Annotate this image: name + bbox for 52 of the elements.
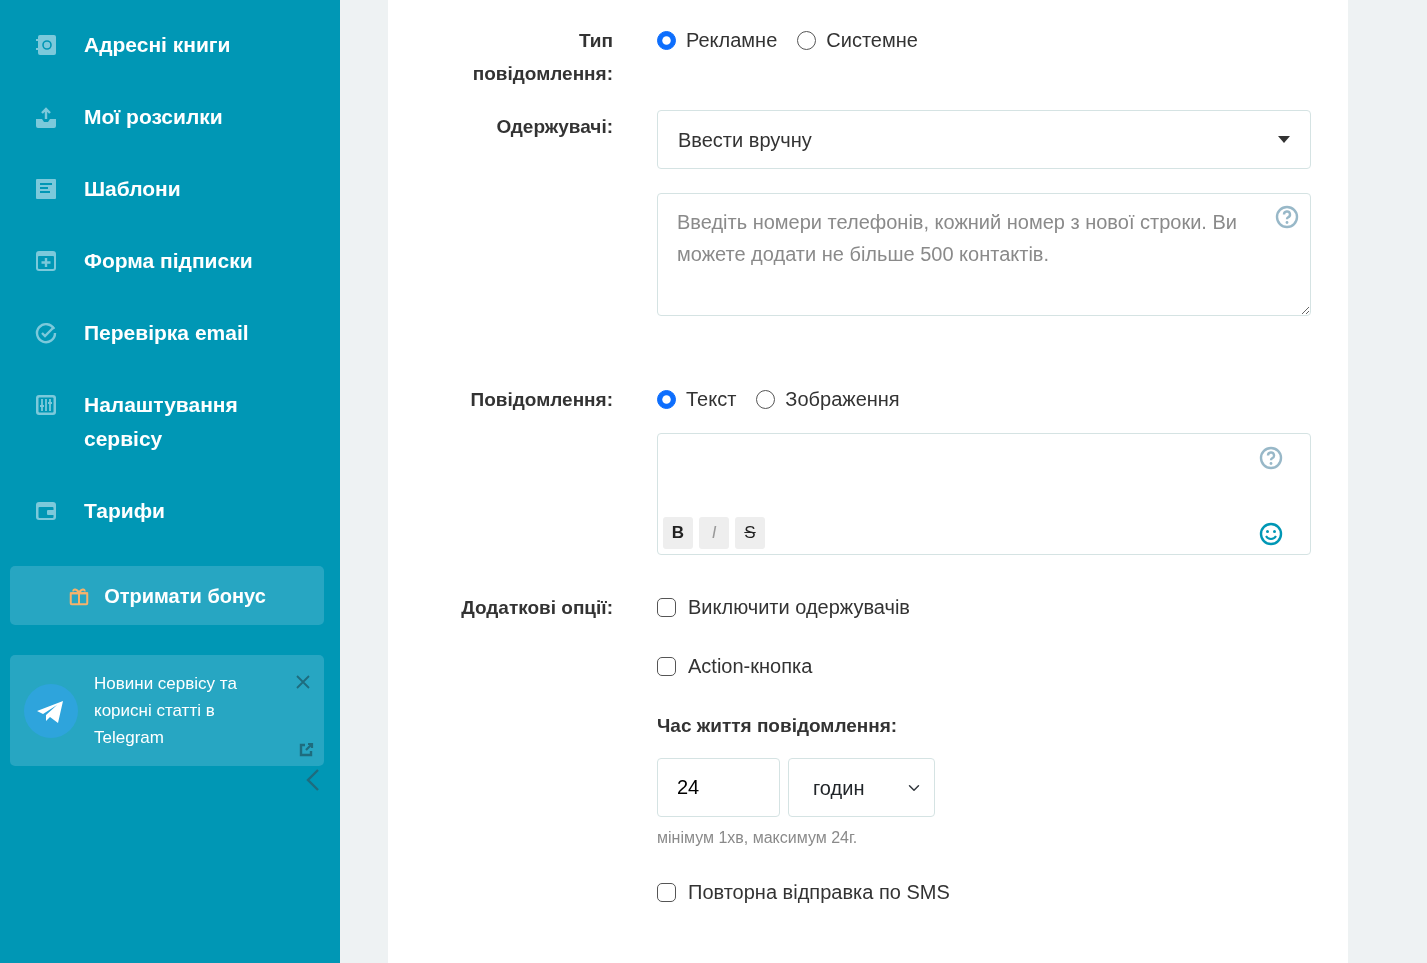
- strikethrough-button[interactable]: S: [735, 517, 765, 549]
- radio-label: Зображення: [785, 386, 900, 412]
- checkbox[interactable]: [657, 598, 676, 617]
- radio-button[interactable]: [797, 31, 817, 50]
- bonus-button[interactable]: Отримати бонус: [10, 566, 324, 625]
- wallet-icon: [34, 499, 58, 523]
- window-plus-icon: [34, 249, 58, 273]
- radio-button[interactable]: [657, 389, 676, 409]
- sidebar-item[interactable]: Адресні книги: [0, 28, 340, 62]
- sidebar-item[interactable]: Шаблони: [0, 172, 340, 206]
- recipients-dropdown[interactable]: Ввести вручну: [657, 110, 1311, 169]
- telegram-promo-text: Новини сервісу та корисні статті в Telegram: [94, 673, 238, 749]
- checkbox[interactable]: [657, 657, 676, 676]
- radio-button[interactable]: [657, 31, 676, 50]
- checkbox-label: Повторна відправка по SMS: [688, 880, 950, 905]
- field-label: Одержувачі:: [495, 115, 613, 139]
- checkbox-label: Action-кнопка: [688, 654, 813, 679]
- caret-icon: [1278, 136, 1290, 143]
- radio-label: Системне: [826, 28, 918, 53]
- address-book-icon: [34, 33, 58, 57]
- bold-button[interactable]: B: [663, 517, 693, 549]
- sidebar-item[interactable]: Перевірка email: [0, 316, 340, 350]
- hours-input[interactable]: 24: [657, 758, 780, 817]
- message-editor[interactable]: B I S: [657, 433, 1311, 555]
- close-icon: [296, 675, 310, 689]
- field-label: Тип повідомлення:: [471, 29, 613, 86]
- radio-label: Текст: [686, 386, 737, 412]
- help-icon: [1259, 446, 1283, 470]
- sidebar-item[interactable]: Форма підписки: [0, 244, 340, 278]
- checkbox-label: Виключити одержувачів: [688, 595, 910, 620]
- collapse-chevron-icon: [306, 768, 320, 792]
- external-link-icon: [298, 742, 314, 758]
- field-label: Час життя повідомлення:: [657, 714, 899, 738]
- checkbox[interactable]: [657, 883, 676, 902]
- field-label: Повідомлення:: [469, 387, 613, 412]
- tray-upload-icon: [34, 105, 58, 129]
- smiley-icon: [1259, 522, 1283, 546]
- radio-button[interactable]: [756, 389, 776, 409]
- document-icon: [34, 177, 58, 201]
- unit-select[interactable]: годин: [788, 758, 935, 817]
- sidebar-item[interactable]: Тарифи: [0, 494, 340, 528]
- paper-plane-icon: [24, 683, 78, 738]
- field-label: Додаткові опції:: [460, 596, 613, 620]
- sidebar-item[interactable]: Налаштування сервісу: [0, 388, 340, 456]
- phone-numbers-field[interactable]: Введіть номери телефонів, кожний номер з нової строки. Ви можете додати не більше 500 контактів.: [657, 193, 1311, 316]
- sliders-icon: [34, 393, 58, 417]
- radio-label: Рекламне: [686, 28, 778, 53]
- sidebar-item[interactable]: Мої розсилки: [0, 100, 340, 134]
- check-circle-icon: [34, 321, 58, 345]
- help-icon: [1275, 205, 1299, 229]
- hint-text: мінімум 1хв, максимум 24г.: [657, 828, 859, 848]
- italic-button[interactable]: I: [699, 517, 729, 549]
